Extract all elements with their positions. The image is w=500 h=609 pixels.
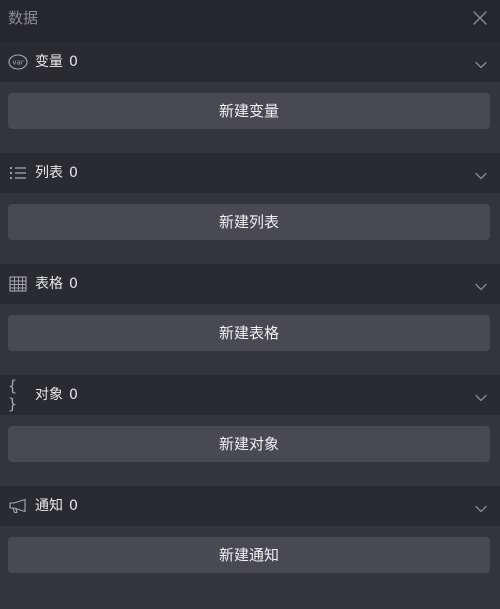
data-panel: 数据 var 变量 0 新建变量 列表 0 新建列表 表格 0 新建表格 {}… — [0, 0, 500, 609]
new-variable-button[interactable]: 新建变量 — [8, 93, 490, 129]
variable-icon: var — [8, 53, 28, 71]
new-notification-button[interactable]: 新建通知 — [8, 537, 490, 573]
section-label: 列表 0 — [35, 163, 78, 183]
section-label: 对象 0 — [35, 385, 78, 405]
section-header-tables[interactable]: 表格 0 — [0, 264, 500, 304]
variable-icon-text: var — [12, 59, 23, 67]
section-title: 变量 — [35, 54, 63, 70]
section-label: 通知 0 — [35, 496, 78, 516]
panel-title: 数据 — [8, 9, 39, 27]
new-object-button[interactable]: 新建对象 — [8, 426, 490, 462]
braces-icon: { } — [8, 377, 28, 413]
table-icon — [8, 275, 28, 293]
braces-icon-text: { } — [8, 377, 20, 413]
panel-titlebar: 数据 — [0, 0, 500, 42]
section-label: 变量 0 — [35, 52, 78, 72]
section-count: 0 — [69, 276, 78, 292]
chevron-down-icon[interactable] — [474, 56, 488, 69]
section-label: 表格 0 — [35, 274, 78, 294]
section-title: 列表 — [35, 165, 63, 181]
megaphone-icon — [8, 497, 28, 515]
list-icon — [8, 164, 28, 182]
chevron-down-icon[interactable] — [474, 389, 488, 402]
section-title: 表格 — [35, 276, 63, 292]
new-table-button[interactable]: 新建表格 — [8, 315, 490, 351]
section-title: 通知 — [35, 498, 63, 514]
section-header-variables[interactable]: var 变量 0 — [0, 42, 500, 82]
section-header-objects[interactable]: { } 对象 0 — [0, 375, 500, 415]
section-header-notifications[interactable]: 通知 0 — [0, 486, 500, 526]
section-header-lists[interactable]: 列表 0 — [0, 153, 500, 193]
chevron-down-icon[interactable] — [474, 278, 488, 291]
chevron-down-icon[interactable] — [474, 167, 488, 180]
new-list-button[interactable]: 新建列表 — [8, 204, 490, 240]
section-count: 0 — [69, 498, 78, 514]
section-count: 0 — [69, 165, 78, 181]
chevron-down-icon[interactable] — [474, 500, 488, 513]
section-count: 0 — [69, 54, 78, 70]
close-icon[interactable] — [470, 8, 490, 28]
section-title: 对象 — [35, 387, 63, 403]
section-count: 0 — [69, 387, 78, 403]
